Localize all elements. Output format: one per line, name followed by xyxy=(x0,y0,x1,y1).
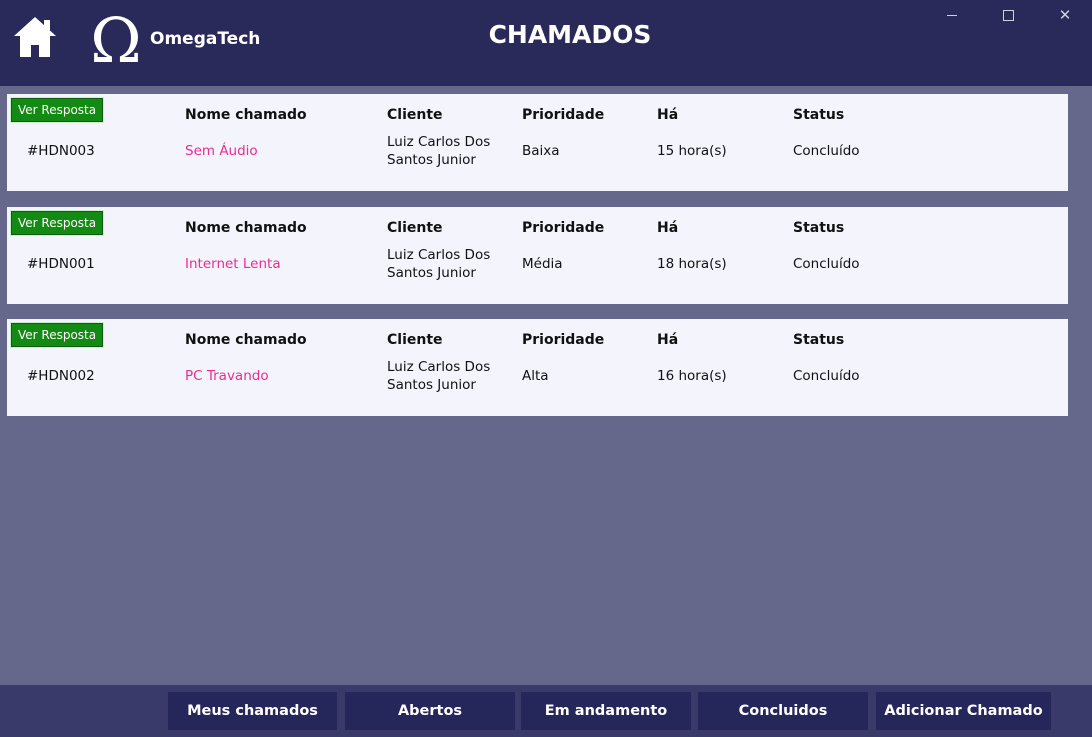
ticket-client: Luiz Carlos Dos Santos Junior xyxy=(387,358,517,394)
ticket-code: #HDN002 xyxy=(27,368,95,384)
ticket-age: 15 hora(s) xyxy=(657,143,727,159)
ticket-age: 16 hora(s) xyxy=(657,368,727,384)
ticket-status: Concluído xyxy=(793,256,860,272)
column-header-age: Há xyxy=(657,220,679,236)
column-header-status: Status xyxy=(793,107,845,123)
close-icon[interactable]: ✕ xyxy=(1042,0,1088,30)
ticket-code: #HDN001 xyxy=(27,256,95,272)
adicionar-chamado-button[interactable]: Adicionar Chamado xyxy=(876,692,1051,730)
minimize-icon[interactable] xyxy=(929,0,975,30)
column-header-client: Cliente xyxy=(387,220,443,236)
column-header-client: Cliente xyxy=(387,332,443,348)
omega-logo-icon: Ω xyxy=(90,4,142,77)
client-line: Luiz Carlos Dos xyxy=(387,247,491,263)
column-header-status: Status xyxy=(793,220,845,236)
ver-resposta-button[interactable]: Ver Resposta xyxy=(11,323,104,347)
column-header-age: Há xyxy=(657,332,679,348)
page-title: CHAMADOS xyxy=(488,20,652,49)
ticket-client: Luiz Carlos Dos Santos Junior xyxy=(387,133,517,169)
ver-resposta-button[interactable]: Ver Resposta xyxy=(11,211,104,235)
column-header-name: Nome chamado xyxy=(185,107,307,123)
ver-resposta-button[interactable]: Ver Resposta xyxy=(11,98,104,122)
ticket-card: Ver Resposta Nome chamado Cliente Priori… xyxy=(7,94,1068,191)
column-header-name: Nome chamado xyxy=(185,220,307,236)
client-line: Santos Junior xyxy=(387,152,476,168)
column-header-priority: Prioridade xyxy=(522,332,605,348)
column-header-status: Status xyxy=(793,332,845,348)
ticket-priority: Alta xyxy=(522,368,549,384)
ticket-card: Ver Resposta Nome chamado Cliente Priori… xyxy=(7,319,1068,416)
maximize-icon[interactable] xyxy=(985,0,1031,30)
client-line: Santos Junior xyxy=(387,265,476,281)
ticket-name-link[interactable]: PC Travando xyxy=(185,368,269,384)
column-header-age: Há xyxy=(657,107,679,123)
column-header-priority: Prioridade xyxy=(522,107,605,123)
meus-chamados-button[interactable]: Meus chamados xyxy=(168,692,337,730)
column-header-priority: Prioridade xyxy=(522,220,605,236)
ticket-status: Concluído xyxy=(793,368,860,384)
ticket-priority: Média xyxy=(522,256,563,272)
ticket-age: 18 hora(s) xyxy=(657,256,727,272)
ticket-name-link[interactable]: Internet Lenta xyxy=(185,256,281,272)
column-header-client: Cliente xyxy=(387,107,443,123)
footer-nav: Meus chamados Abertos Em andamento Concl… xyxy=(0,685,1092,737)
ticket-priority: Baixa xyxy=(522,143,560,159)
ticket-name-link[interactable]: Sem Áudio xyxy=(185,143,258,159)
em-andamento-button[interactable]: Em andamento xyxy=(521,692,691,730)
ticket-client: Luiz Carlos Dos Santos Junior xyxy=(387,246,517,282)
ticket-card: Ver Resposta Nome chamado Cliente Priori… xyxy=(7,207,1068,304)
abertos-button[interactable]: Abertos xyxy=(345,692,515,730)
column-header-name: Nome chamado xyxy=(185,332,307,348)
client-line: Luiz Carlos Dos xyxy=(387,134,491,150)
client-line: Santos Junior xyxy=(387,377,476,393)
ticket-status: Concluído xyxy=(793,143,860,159)
concluidos-button[interactable]: Concluidos xyxy=(698,692,868,730)
client-line: Luiz Carlos Dos xyxy=(387,359,491,375)
brand-name: OmegaTech xyxy=(150,29,261,49)
home-icon[interactable] xyxy=(12,14,58,60)
title-bar: Ω OmegaTech CHAMADOS ✕ xyxy=(0,0,1092,86)
ticket-code: #HDN003 xyxy=(27,143,95,159)
